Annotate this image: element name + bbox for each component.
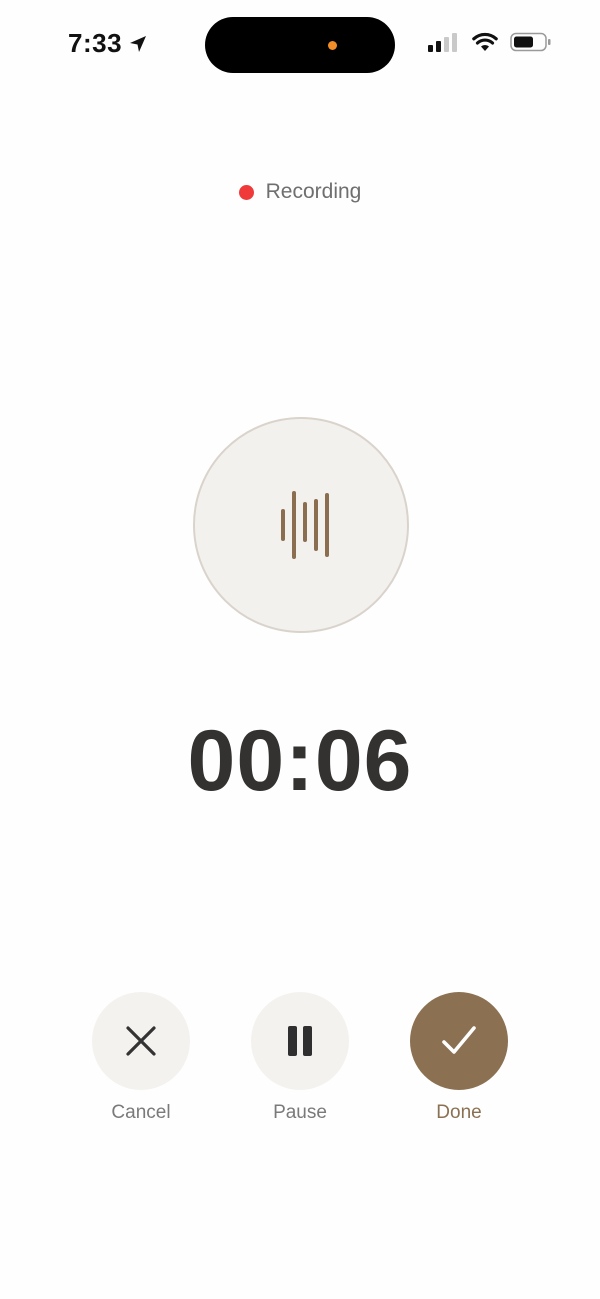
recording-timer: 00:06 <box>187 713 413 809</box>
recording-dot-icon <box>238 184 254 200</box>
recording-controls: Cancel Pause Done <box>0 992 600 1132</box>
close-icon <box>126 1026 156 1056</box>
cancel-control: Cancel <box>81 992 201 1124</box>
cancel-button[interactable] <box>92 992 190 1090</box>
recording-screen: 7:33 Recording 00:06 Cancel Pause Done <box>0 0 600 1299</box>
pause-button[interactable] <box>251 992 349 1090</box>
location-arrow-icon <box>130 35 147 52</box>
pause-icon <box>288 1026 312 1056</box>
dynamic-island <box>205 17 395 73</box>
done-label: Done <box>436 1102 482 1123</box>
battery-icon <box>510 32 551 52</box>
done-button[interactable] <box>410 992 508 1090</box>
waveform-icon <box>281 491 329 559</box>
privacy-indicator-dot <box>328 41 337 50</box>
status-time-text: 7:33 <box>68 28 123 58</box>
checkmark-icon <box>442 1026 476 1054</box>
cancel-label: Cancel <box>111 1102 171 1123</box>
done-control: Done <box>399 992 519 1124</box>
pause-control: Pause <box>240 992 360 1124</box>
status-bar: 7:33 <box>0 0 600 90</box>
recording-visualizer <box>193 417 409 633</box>
cellular-signal-icon <box>428 33 457 52</box>
recording-indicator: Recording <box>0 180 600 204</box>
pause-label: Pause <box>273 1102 327 1123</box>
wifi-icon <box>472 32 498 51</box>
status-time: 7:33 <box>68 28 148 59</box>
status-icons <box>428 32 552 52</box>
recording-label: Recording <box>265 180 362 203</box>
